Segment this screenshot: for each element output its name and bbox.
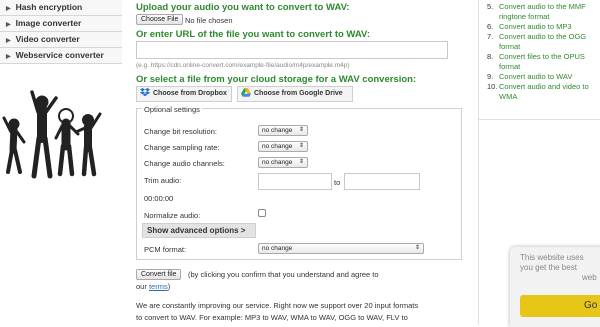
dancing-people-illustration <box>2 90 102 179</box>
url-input[interactable] <box>136 41 448 59</box>
trim-to-label: to <box>334 178 341 187</box>
normalize-audio-checkbox[interactable] <box>258 209 266 217</box>
show-advanced-options-button[interactable]: Show advanced options > <box>142 223 256 238</box>
consent-close-paren: ) <box>167 282 171 291</box>
info-paragraph-line1: We are constantly improving our service.… <box>136 301 419 310</box>
chevron-right-icon: ▶ <box>6 6 11 12</box>
cookie-text-line3: web <box>582 273 597 282</box>
sampling-rate-select[interactable]: no change ⇕ <box>258 141 308 152</box>
trim-end-input[interactable] <box>344 173 420 190</box>
list-item-link[interactable]: Convert files to the OPUS format <box>499 52 600 72</box>
chevron-right-icon: ▶ <box>6 54 11 60</box>
pcm-format-value: no change <box>262 245 293 252</box>
updown-icon: ⇕ <box>298 143 304 149</box>
url-heading: Or enter URL of the file you want to con… <box>136 29 370 40</box>
updown-icon: ⇕ <box>298 127 304 133</box>
nav-item-hash-encryption[interactable]: ▶ Hash encryption <box>0 0 122 16</box>
choose-from-google-drive-button[interactable]: Choose from Google Drive <box>237 86 353 102</box>
cookie-text-line1: This website uses <box>520 253 584 262</box>
dropbox-label: Choose from Dropbox <box>153 90 227 97</box>
updown-icon: ⇕ <box>414 245 420 251</box>
dropbox-icon <box>140 88 150 97</box>
nav-item-label: Video converter <box>15 34 80 44</box>
sidebar-divider <box>479 119 600 120</box>
list-item[interactable]: 5. Convert audio to the MMF ringtone form… <box>487 2 600 22</box>
consent-text: (by clicking you confirm that you unders… <box>188 270 379 279</box>
list-item-link[interactable]: Convert audio to the OGG format <box>499 32 600 52</box>
trim-start-input[interactable] <box>258 173 332 190</box>
converter-list: 5. Convert audio to the MMF ringtone form… <box>487 2 600 102</box>
list-item-number: 7. <box>487 32 494 41</box>
google-drive-label: Choose from Google Drive <box>254 90 343 97</box>
convert-file-button[interactable]: Convert file <box>136 269 182 280</box>
trim-audio-label: Trim audio: <box>144 176 182 185</box>
sampling-rate-value: no change <box>262 143 293 150</box>
cookie-text: This website uses you get the best web <box>520 253 600 283</box>
nav-item-label: Webservice converter <box>15 50 104 60</box>
list-item-link[interactable]: Convert audio and video to WMA <box>499 82 600 102</box>
list-item-link[interactable]: Convert audio to MP3 <box>499 22 572 32</box>
list-item-link[interactable]: Convert audio to WAV <box>499 72 572 82</box>
nav-item-video-converter[interactable]: ▶ Video converter <box>0 32 122 48</box>
list-item-number: 9. <box>487 72 494 81</box>
left-nav: ▶ Hash encryption ▶ Image converter ▶ Video… <box>0 0 122 64</box>
list-item[interactable]: 9. Convert audio to WAV <box>487 72 600 82</box>
trim-default-time: 00:00:00 <box>144 194 174 203</box>
pcm-format-label: PCM format: <box>144 245 187 254</box>
list-item-number: 10. <box>487 82 498 91</box>
updown-icon: ⇕ <box>298 159 304 165</box>
upload-heading: Upload your audio you want to convert to… <box>136 2 350 13</box>
list-item[interactable]: 6. Convert audio to MP3 <box>487 22 600 32</box>
no-file-chosen-text: No file chosen <box>185 16 233 25</box>
list-item-number: 8. <box>487 52 494 61</box>
cookie-accept-button[interactable]: Go <box>520 295 600 317</box>
nav-item-image-converter[interactable]: ▶ Image converter <box>0 16 122 32</box>
sampling-rate-label: Change sampling rate: <box>144 143 220 152</box>
cookie-notice: This website uses you get the best web G… <box>510 247 600 327</box>
list-item-link[interactable]: Convert audio to the MMF ringtone format <box>499 2 600 22</box>
info-paragraph-line2: to convert to WAV. For example: MP3 to W… <box>136 313 408 322</box>
bit-resolution-label: Change bit resolution: <box>144 127 217 136</box>
url-example-hint: (e.g. https://cdn.online-convert.com/exa… <box>136 62 350 69</box>
chevron-right-icon: ▶ <box>6 38 11 44</box>
nav-item-label: Image converter <box>15 18 82 28</box>
chevron-right-icon: ▶ <box>6 22 11 28</box>
pcm-format-select[interactable]: no change ⇕ <box>258 243 424 254</box>
choose-file-button[interactable]: Choose File <box>136 14 184 25</box>
bit-resolution-value: no change <box>262 127 293 134</box>
cookie-text-line2: you get the best <box>520 263 577 272</box>
audio-channels-select[interactable]: no change ⇕ <box>258 157 308 168</box>
list-item-number: 5. <box>487 2 494 11</box>
bit-resolution-select[interactable]: no change ⇕ <box>258 125 308 136</box>
list-item[interactable]: 8. Convert files to the OPUS format <box>487 52 600 72</box>
google-drive-icon <box>241 88 251 97</box>
consent-our-text: our <box>136 282 147 291</box>
nav-item-webservice-converter[interactable]: ▶ Webservice converter <box>0 48 122 64</box>
cloud-heading: Or select a file from your cloud storage… <box>136 74 417 85</box>
main-content: Upload your audio you want to convert to… <box>136 0 466 325</box>
list-item[interactable]: 10. Convert audio and video to WMA <box>487 82 600 102</box>
audio-channels-value: no change <box>262 159 293 166</box>
normalize-audio-label: Normalize audio: <box>144 211 201 220</box>
terms-link[interactable]: terms <box>149 282 168 291</box>
audio-channels-label: Change audio channels: <box>144 159 225 168</box>
nav-item-label: Hash encryption <box>15 2 83 12</box>
choose-from-dropbox-button[interactable]: Choose from Dropbox <box>136 86 232 102</box>
list-item[interactable]: 7. Convert audio to the OGG format <box>487 32 600 52</box>
list-item-number: 6. <box>487 22 494 31</box>
optional-settings-legend: Optional settings <box>142 105 202 114</box>
